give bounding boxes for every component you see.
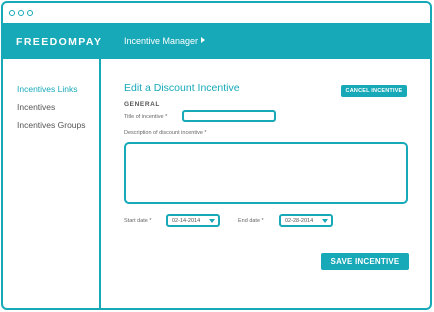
cancel-incentive-button[interactable]: CANCEL INCENTIVE xyxy=(341,85,407,97)
end-date-select[interactable]: 02-28-2014 xyxy=(279,214,333,227)
sidebar-item-incentives-links[interactable]: Incentives Links xyxy=(17,84,77,94)
save-incentive-button[interactable]: SAVE INCENTIVE xyxy=(321,253,409,270)
description-textarea[interactable] xyxy=(124,142,408,204)
window-maximize-icon[interactable] xyxy=(27,10,33,16)
app-window: FREEDOMPAY Incentive Manager Incentives … xyxy=(1,1,432,310)
window-close-icon[interactable] xyxy=(9,10,15,16)
start-date-value: 02-14-2014 xyxy=(172,218,201,224)
module-name: Incentive Manager xyxy=(124,36,199,46)
brand-logo[interactable]: FREEDOMPAY xyxy=(16,36,102,48)
chevron-right-icon xyxy=(201,37,206,43)
window-minimize-icon[interactable] xyxy=(18,10,24,16)
description-field-label: Description of discount incentive * xyxy=(124,130,207,136)
title-field-label: Title of incentive * xyxy=(124,114,168,120)
sidebar-item-incentives[interactable]: Incentives xyxy=(17,102,55,112)
top-navigation-bar: FREEDOMPAY Incentive Manager xyxy=(3,23,430,59)
end-date-label: End date * xyxy=(238,218,264,224)
window-titlebar xyxy=(3,3,430,23)
main-content: Edit a Discount Incentive CANCEL INCENTI… xyxy=(103,59,430,308)
chevron-down-icon xyxy=(209,219,215,223)
end-date-value: 02-28-2014 xyxy=(285,218,314,224)
module-menu[interactable]: Incentive Manager xyxy=(124,36,206,46)
start-date-label: Start date * xyxy=(124,218,152,224)
sidebar: Incentives Links Incentives Incentives G… xyxy=(3,59,101,308)
chevron-down-icon xyxy=(322,219,328,223)
section-title-general: GENERAL xyxy=(124,101,160,108)
sidebar-item-incentives-groups[interactable]: Incentives Groups xyxy=(17,120,86,130)
page-title: Edit a Discount Incentive xyxy=(124,82,240,94)
title-input[interactable] xyxy=(182,110,276,122)
start-date-select[interactable]: 02-14-2014 xyxy=(166,214,220,227)
